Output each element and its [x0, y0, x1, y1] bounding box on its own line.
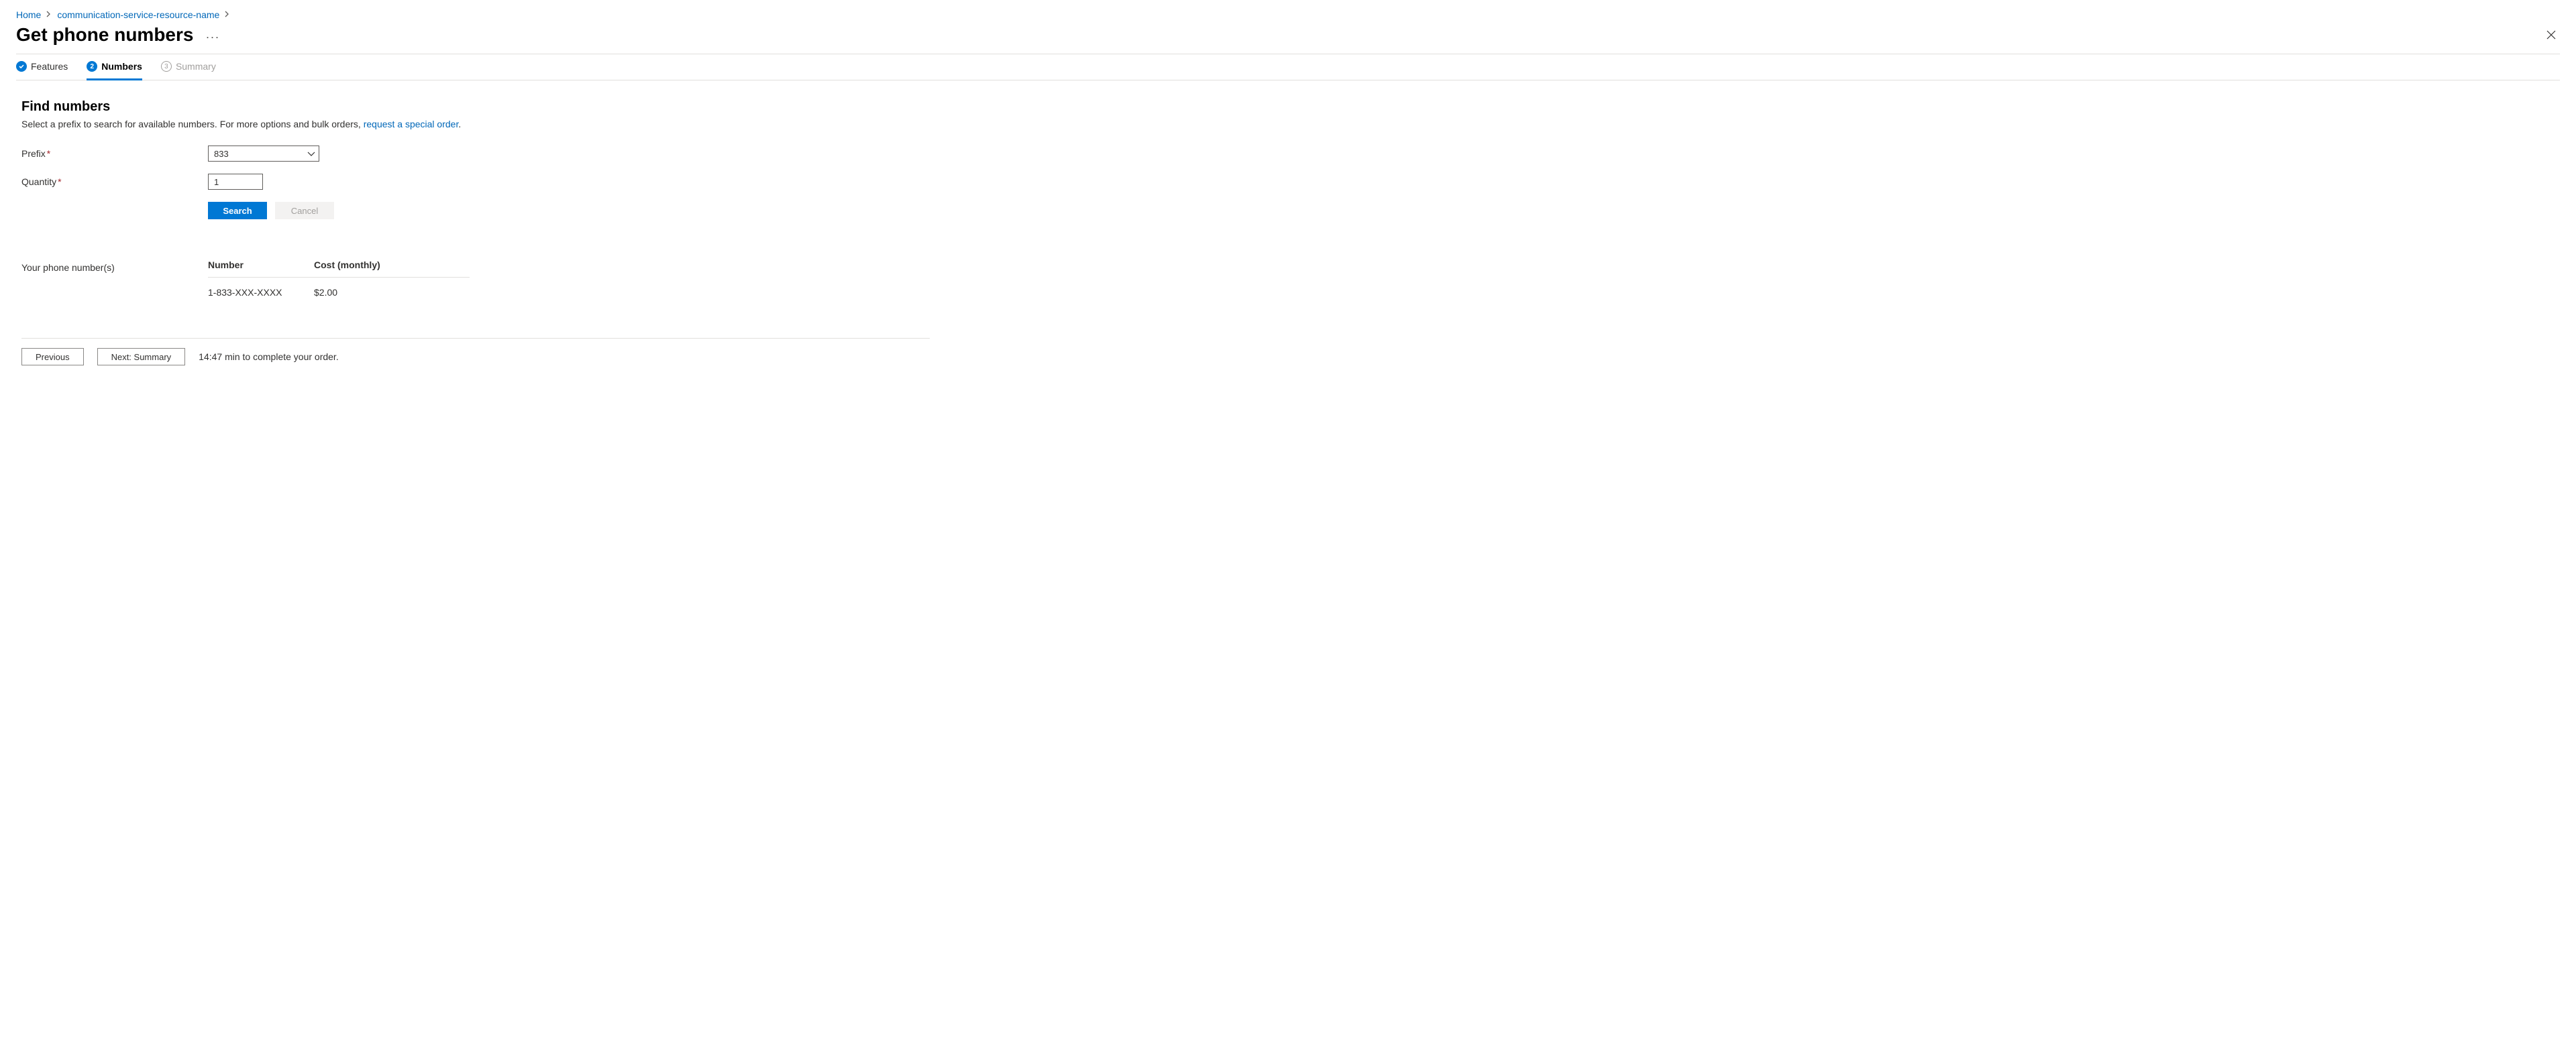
find-numbers-description: Select a prefix to search for available … — [21, 119, 930, 129]
close-icon — [2546, 30, 2556, 40]
your-phone-numbers-label: Your phone number(s) — [21, 259, 208, 273]
next-summary-button[interactable]: Next: Summary — [97, 348, 186, 365]
breadcrumb: Home communication-service-resource-name — [16, 9, 2560, 20]
check-icon — [16, 61, 27, 72]
step-badge-3: 3 — [161, 61, 172, 72]
tab-summary: 3 Summary — [161, 61, 216, 80]
prefix-select[interactable] — [208, 146, 319, 162]
table-row: 1-833-XXX-XXXX $2.00 — [208, 278, 470, 304]
wizard-tabs: Features 2 Numbers 3 Summary — [16, 54, 2560, 80]
more-options-icon[interactable]: ··· — [205, 26, 219, 44]
cancel-button: Cancel — [275, 202, 334, 219]
step-badge-2: 2 — [87, 61, 97, 72]
page-title: Get phone numbers — [16, 24, 193, 46]
find-numbers-heading: Find numbers — [21, 99, 930, 115]
desc-text: Select a prefix to search for available … — [21, 119, 364, 129]
tab-label: Features — [31, 61, 68, 72]
tab-features[interactable]: Features — [16, 61, 68, 80]
tab-label: Summary — [176, 61, 216, 72]
request-special-order-link[interactable]: request a special order — [364, 119, 459, 129]
order-timer-hint: 14:47 min to complete your order. — [199, 351, 339, 362]
desc-suffix: . — [458, 119, 461, 129]
phone-numbers-table: Number Cost (monthly) 1-833-XXX-XXXX $2.… — [208, 259, 470, 304]
chevron-right-icon — [225, 10, 230, 19]
tab-label: Numbers — [101, 61, 142, 72]
previous-button[interactable]: Previous — [21, 348, 84, 365]
tab-numbers[interactable]: 2 Numbers — [87, 61, 142, 80]
breadcrumb-home[interactable]: Home — [16, 9, 41, 20]
cell-number: 1-833-XXX-XXXX — [208, 287, 314, 298]
col-header-number: Number — [208, 259, 314, 270]
search-button[interactable]: Search — [208, 202, 267, 219]
quantity-input[interactable] — [208, 174, 263, 190]
prefix-label: Prefix* — [21, 148, 208, 159]
breadcrumb-resource[interactable]: communication-service-resource-name — [57, 9, 219, 20]
quantity-label: Quantity* — [21, 176, 208, 187]
close-button[interactable] — [2542, 26, 2560, 44]
col-header-cost: Cost (monthly) — [314, 259, 470, 270]
chevron-right-icon — [46, 10, 52, 19]
cell-cost: $2.00 — [314, 287, 470, 298]
